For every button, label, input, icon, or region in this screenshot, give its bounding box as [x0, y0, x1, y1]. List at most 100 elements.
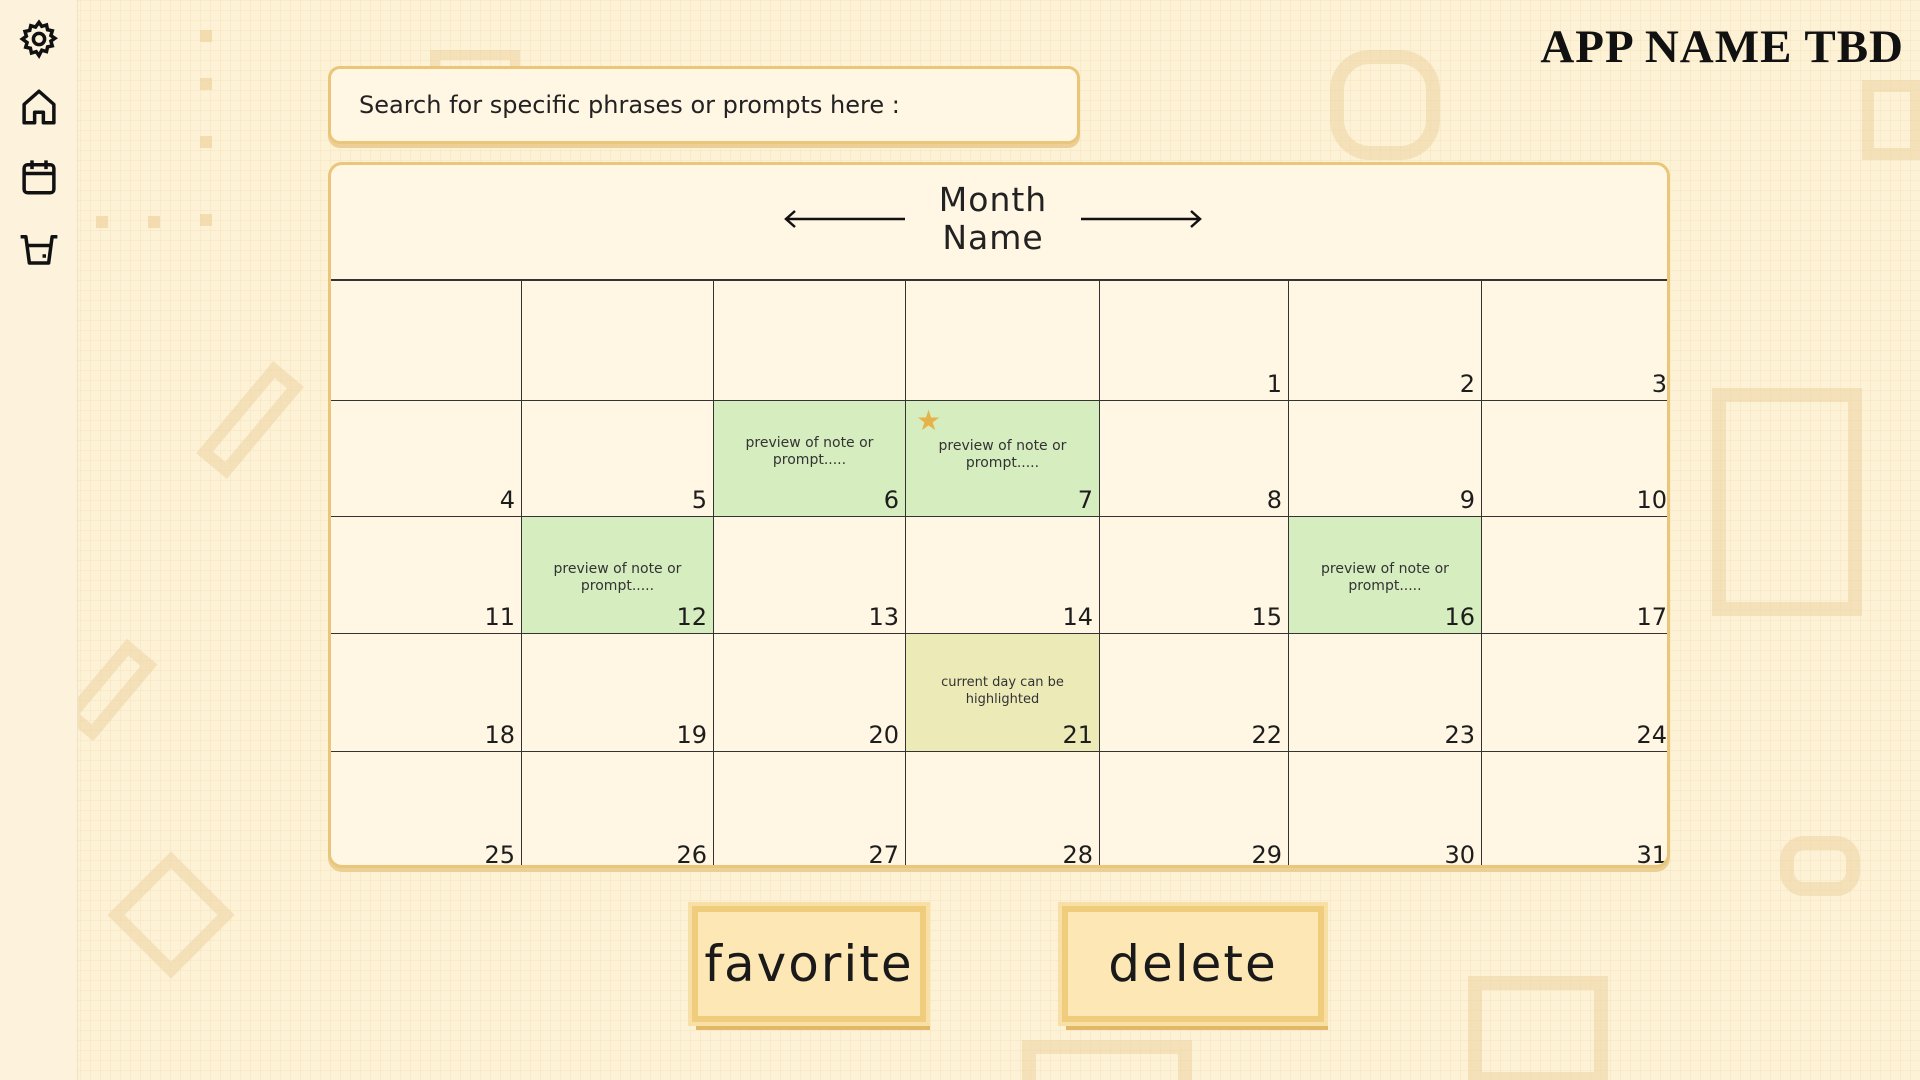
day-cell-18[interactable]: 18: [331, 634, 522, 752]
day-cell-15[interactable]: 15: [1100, 517, 1289, 634]
day-cell-31[interactable]: 31: [1482, 752, 1667, 868]
day-cell-10[interactable]: 10: [1482, 401, 1667, 517]
day-number: 31: [1636, 841, 1667, 868]
day-number: 28: [1062, 841, 1093, 868]
day-number: 16: [1444, 603, 1475, 631]
background-decoration: [148, 216, 160, 228]
empty-day-cell: [906, 281, 1100, 401]
empty-day-cell: [714, 281, 906, 401]
day-number: 15: [1251, 603, 1282, 631]
app-title: APP NAME TBD: [1540, 21, 1904, 73]
day-cell-13[interactable]: 13: [714, 517, 906, 634]
note-preview: preview of note or prompt.....: [1321, 561, 1449, 594]
day-cell-5[interactable]: 5: [522, 401, 714, 517]
day-cell-12-with-note[interactable]: preview of note or prompt..... 12: [522, 517, 714, 634]
day-number: 7: [1077, 486, 1093, 514]
background-decoration: [1468, 976, 1608, 1080]
day-cell-30[interactable]: 30: [1289, 752, 1482, 868]
day-number: 4: [499, 486, 515, 514]
day-number: 12: [676, 603, 707, 631]
calendar-grid: 1 2 3 4 5 preview of note or prompt.....…: [331, 281, 1667, 868]
day-cell-20[interactable]: 20: [714, 634, 906, 752]
day-cell-27[interactable]: 27: [714, 752, 906, 868]
note-preview: preview of note or prompt.....: [938, 438, 1067, 471]
background-decoration: [1780, 836, 1860, 896]
day-number: 14: [1062, 603, 1093, 631]
day-cell-3[interactable]: 3: [1482, 281, 1667, 401]
day-number: 29: [1251, 841, 1282, 868]
day-cell-8[interactable]: 8: [1100, 401, 1289, 517]
day-number: 24: [1636, 721, 1667, 749]
calendar-icon[interactable]: [18, 156, 60, 198]
empty-day-cell: [522, 281, 714, 401]
day-cell-29[interactable]: 29: [1100, 752, 1289, 868]
day-number: 23: [1444, 721, 1475, 749]
month-name-line-2: Name: [942, 218, 1044, 257]
home-icon[interactable]: [18, 86, 60, 128]
day-cell-25[interactable]: 25: [331, 752, 522, 868]
empty-day-cell: [331, 281, 522, 401]
day-cell-21-today[interactable]: current day can be highlighted 21: [906, 634, 1100, 752]
calendar-header: Month Name: [331, 165, 1667, 281]
day-cell-9[interactable]: 9: [1289, 401, 1482, 517]
day-number: 1: [1266, 370, 1282, 398]
today-highlight-note: current day can be highlighted: [941, 675, 1064, 707]
day-number: 13: [868, 603, 899, 631]
day-number: 20: [868, 721, 899, 749]
day-cell-24[interactable]: 24: [1482, 634, 1667, 752]
day-cell-16-with-note[interactable]: preview of note or prompt..... 16: [1289, 517, 1482, 634]
day-cell-4[interactable]: 4: [331, 401, 522, 517]
day-number: 3: [1651, 370, 1667, 398]
background-decoration: [196, 361, 304, 479]
day-cell-6-with-note[interactable]: preview of note or prompt..... 6: [714, 401, 906, 517]
day-number: 18: [484, 721, 515, 749]
day-cell-17[interactable]: 17: [1482, 517, 1667, 634]
basket-icon[interactable]: [18, 228, 60, 270]
background-decoration: [1712, 388, 1862, 616]
day-cell-11[interactable]: 11: [331, 517, 522, 634]
search-input[interactable]: [359, 91, 1077, 119]
sidebar: [0, 0, 78, 1080]
background-decoration: [107, 851, 235, 979]
background-decoration: [200, 214, 212, 226]
day-number: 11: [484, 603, 515, 631]
day-number: 6: [883, 486, 899, 514]
month-name-line-1: Month: [938, 180, 1048, 219]
day-number: 5: [691, 486, 707, 514]
day-cell-7-with-note[interactable]: ★ preview of note or prompt..... 7: [906, 401, 1100, 517]
background-decoration: [96, 216, 108, 228]
day-cell-26[interactable]: 26: [522, 752, 714, 868]
day-number: 30: [1444, 841, 1475, 868]
day-cell-23[interactable]: 23: [1289, 634, 1482, 752]
day-number: 27: [868, 841, 899, 868]
favorite-button[interactable]: favorite: [692, 906, 926, 1022]
day-number: 8: [1266, 486, 1282, 514]
delete-button[interactable]: delete: [1062, 906, 1324, 1022]
day-cell-22[interactable]: 22: [1100, 634, 1289, 752]
previous-month-arrow-icon[interactable]: [783, 209, 907, 229]
next-month-arrow-icon[interactable]: [1079, 209, 1203, 229]
background-decoration: [1022, 1040, 1192, 1080]
day-number: 19: [676, 721, 707, 749]
background-decoration: [200, 78, 212, 90]
day-number: 9: [1459, 486, 1475, 514]
day-cell-28[interactable]: 28: [906, 752, 1100, 868]
day-number: 26: [676, 841, 707, 868]
background-decoration: [200, 136, 212, 148]
day-number: 25: [484, 841, 515, 868]
month-name: Month Name: [913, 181, 1073, 257]
note-preview: preview of note or prompt.....: [553, 561, 682, 594]
day-cell-2[interactable]: 2: [1289, 281, 1482, 401]
day-number: 10: [1636, 486, 1667, 514]
day-cell-14[interactable]: 14: [906, 517, 1100, 634]
search-bar: [328, 66, 1080, 144]
day-number: 17: [1636, 603, 1667, 631]
background-decoration: [1330, 50, 1440, 160]
star-icon: ★: [916, 404, 942, 437]
day-number: 2: [1459, 370, 1475, 398]
day-cell-19[interactable]: 19: [522, 634, 714, 752]
background-decoration: [1862, 80, 1920, 160]
gear-icon[interactable]: [18, 18, 60, 60]
day-cell-1[interactable]: 1: [1100, 281, 1289, 401]
calendar: Month Name 1 2 3 4 5 preview of note or …: [328, 162, 1670, 868]
